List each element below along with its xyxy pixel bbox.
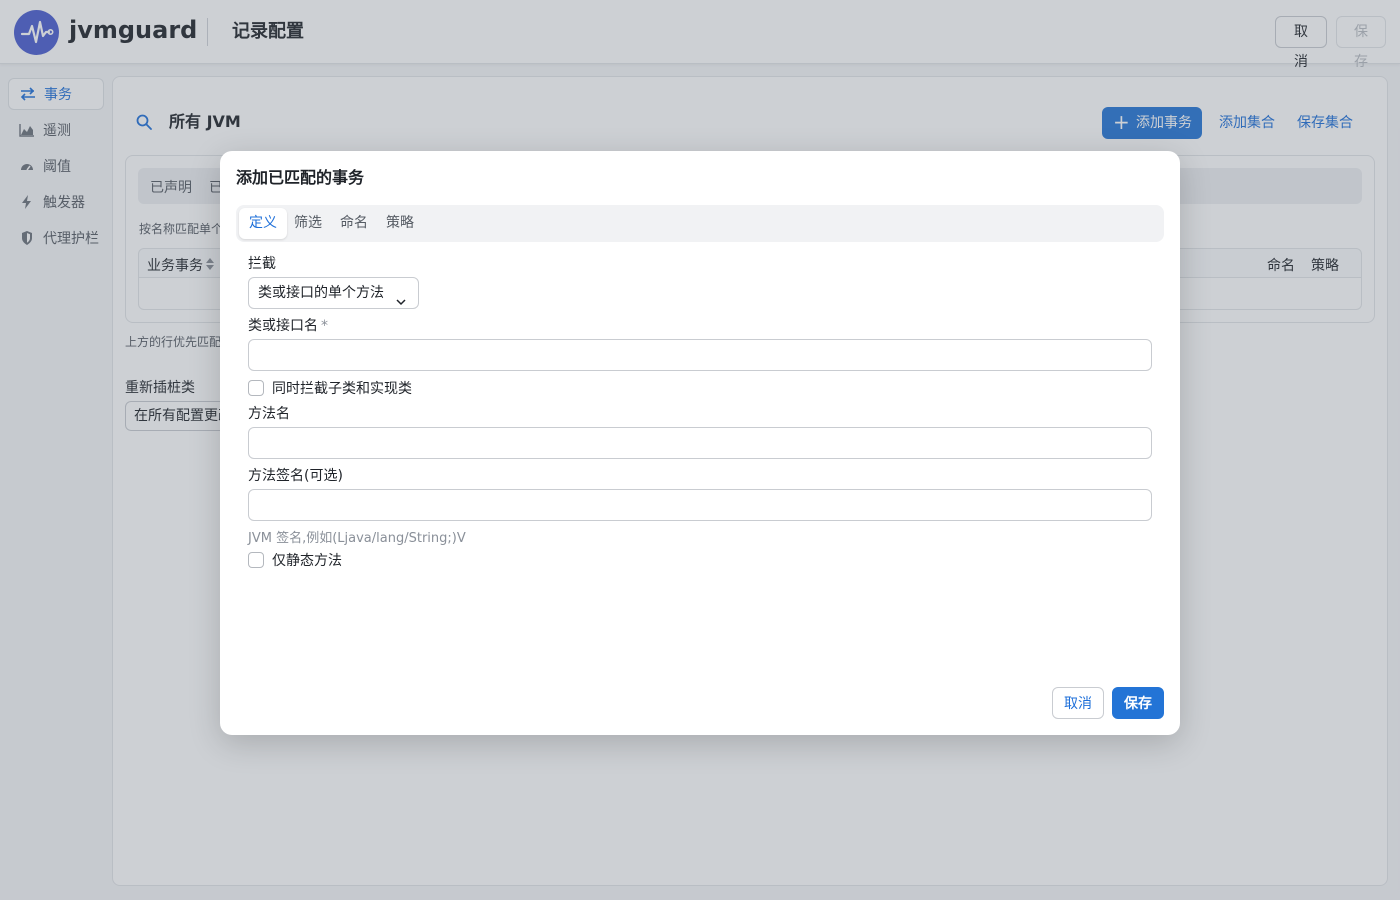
method-name-label: 方法名 — [248, 406, 290, 422]
tab-naming[interactable]: 命名 — [330, 208, 378, 239]
class-name-input[interactable] — [248, 339, 1152, 371]
subclasses-checkbox[interactable] — [248, 380, 264, 396]
tab-definition[interactable]: 定义 — [239, 208, 287, 239]
required-marker: * — [321, 318, 328, 334]
method-name-input[interactable] — [248, 427, 1152, 459]
dialog-cancel-button[interactable]: 取消 — [1052, 687, 1104, 719]
add-transaction-dialog: 添加已匹配的事务 定义 筛选 命名 策略 拦截 类或接口的单个方法 类或接口名 *… — [220, 151, 1180, 735]
intercept-select[interactable]: 类或接口的单个方法 — [248, 277, 419, 309]
intercept-label: 拦截 — [248, 256, 276, 272]
intercept-select-value: 类或接口的单个方法 — [258, 285, 384, 301]
signature-label: 方法签名(可选) — [248, 468, 343, 484]
class-name-label: 类或接口名 * — [248, 316, 328, 336]
subclasses-checkbox-label: 同时拦截子类和实现类 — [272, 381, 412, 397]
tab-policy[interactable]: 策略 — [376, 208, 424, 239]
subclasses-checkbox-row[interactable]: 同时拦截子类和实现类 — [248, 378, 412, 398]
dialog-title: 添加已匹配的事务 — [236, 168, 365, 187]
tab-filter[interactable]: 筛选 — [284, 208, 332, 239]
signature-input[interactable] — [248, 489, 1152, 521]
static-only-checkbox-row[interactable]: 仅静态方法 — [248, 550, 342, 570]
chevron-down-icon — [396, 288, 406, 306]
static-only-checkbox[interactable] — [248, 552, 264, 568]
dialog-tabs: 定义 筛选 命名 策略 — [236, 205, 1164, 242]
dialog-save-button[interactable]: 保存 — [1112, 687, 1164, 719]
static-only-checkbox-label: 仅静态方法 — [272, 553, 342, 569]
signature-help-text: JVM 签名,例如(Ljava/lang/String;)V — [248, 531, 466, 546]
class-name-label-text: 类或接口名 — [248, 318, 318, 334]
